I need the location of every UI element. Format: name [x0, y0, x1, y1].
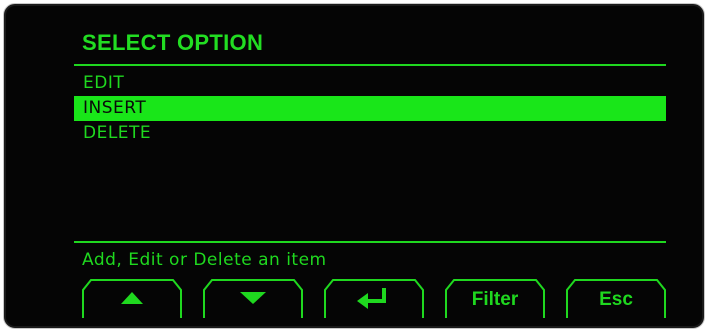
title-divider: [74, 64, 666, 66]
down-button[interactable]: [203, 279, 303, 319]
menu-item-insert[interactable]: INSERT: [74, 96, 666, 121]
esc-button-label: Esc: [599, 289, 633, 310]
triangle-down-icon: [240, 292, 266, 304]
help-divider: [74, 241, 666, 243]
up-button[interactable]: [82, 279, 182, 319]
triangle-up-icon: [121, 292, 143, 304]
filter-button[interactable]: Filter: [445, 279, 545, 319]
softkey-bar: Filter Esc: [82, 279, 670, 321]
dialog-title: SELECT OPTION: [82, 30, 264, 55]
menu-item-delete[interactable]: DELETE: [74, 121, 666, 146]
lcd-screen: SELECT OPTION EDIT INSERT DELETE Add, Ed…: [74, 24, 670, 329]
device-display: SELECT OPTION EDIT INSERT DELETE Add, Ed…: [3, 3, 705, 329]
enter-button[interactable]: [324, 279, 424, 319]
option-menu: EDIT INSERT DELETE: [74, 71, 666, 146]
menu-item-edit[interactable]: EDIT: [74, 71, 666, 96]
filter-button-label: Filter: [471, 289, 519, 310]
enter-arrow-icon: [357, 288, 386, 309]
esc-button[interactable]: Esc: [566, 279, 666, 319]
help-text: Add, Edit or Delete an item: [82, 250, 327, 270]
